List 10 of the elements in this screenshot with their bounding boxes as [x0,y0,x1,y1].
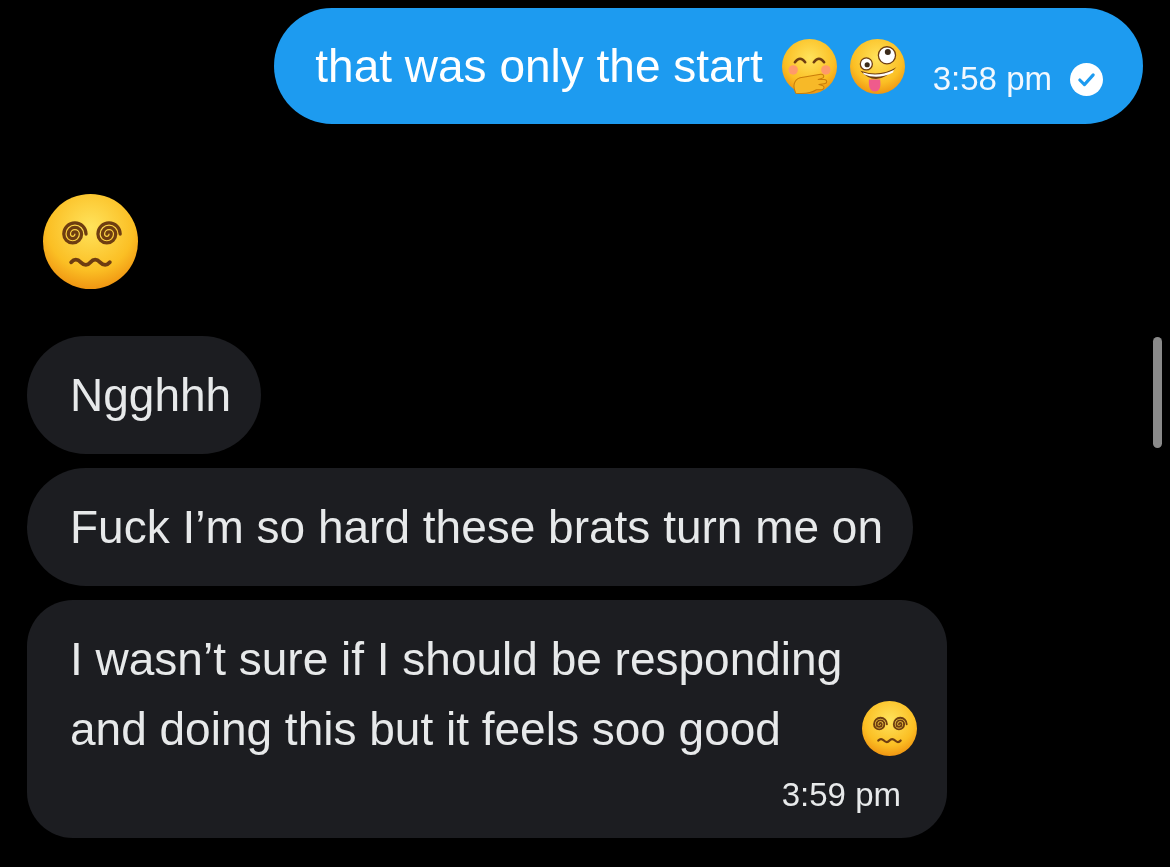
message-text: Ngghhh [70,368,232,423]
scrollbar-thumb[interactable] [1153,337,1162,448]
message-time: 3:58 pm [932,60,1052,98]
hand-over-mouth-face-icon [781,38,837,94]
message-text: that was only the start [315,39,763,94]
message-time: 3:59 pm [781,776,901,814]
message-text: Fuck I’m so hard these brats turn me on [70,500,884,555]
spiral-eyes-face-icon [862,701,917,756]
zany-face-icon [849,38,905,94]
message-text: I wasn’t sure if I should be responding and doing this but it feels soo good [70,632,844,757]
